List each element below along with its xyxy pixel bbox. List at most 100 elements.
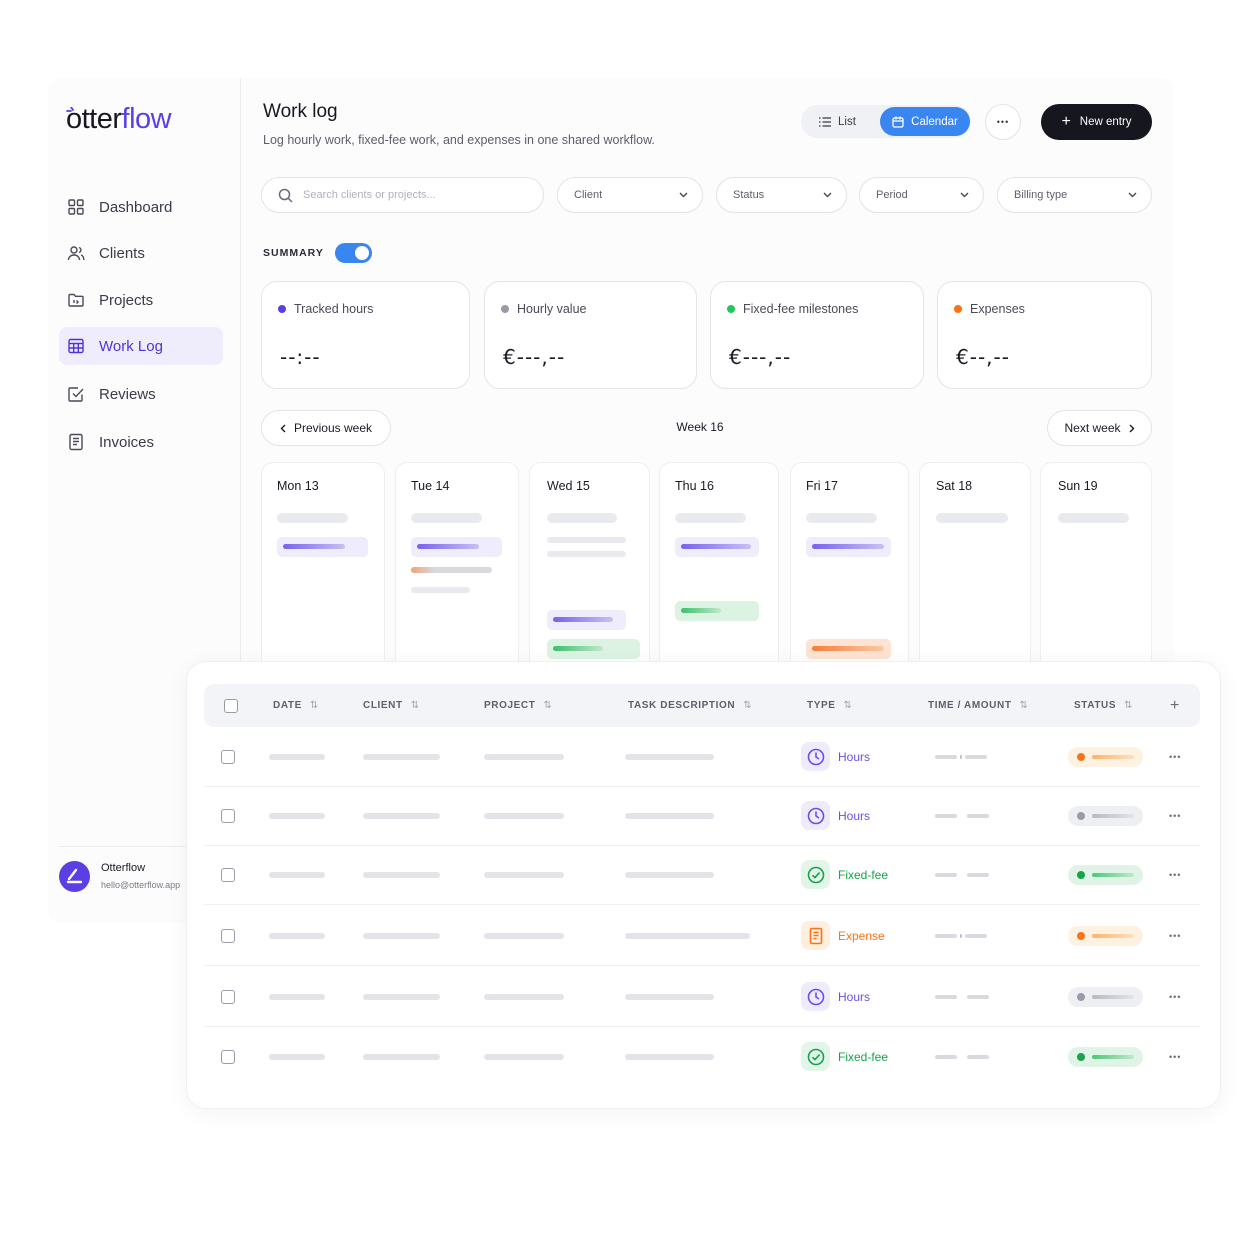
day-column[interactable]: Fri 17 [790, 462, 909, 672]
status-badge[interactable] [1068, 926, 1143, 946]
sidebar-item-reviews[interactable]: Reviews [59, 375, 223, 413]
new-entry-button[interactable]: + New entry [1041, 104, 1152, 140]
day-column[interactable]: Sun 19 [1040, 462, 1152, 672]
column-header-task-description[interactable]: TASK DESCRIPTION ⇅ [628, 700, 752, 711]
row-checkbox[interactable] [221, 868, 235, 882]
list-view-button[interactable]: List [809, 105, 866, 138]
chevron-right-icon [1129, 424, 1135, 432]
column-header-label: CLIENT [363, 700, 403, 711]
placeholder-bar [936, 513, 1008, 523]
sidebar-item-clients[interactable]: Clients [59, 234, 223, 272]
time-amount-placeholder [935, 755, 987, 759]
calendar-view-button[interactable]: Calendar [880, 107, 970, 136]
row-checkbox[interactable] [221, 1050, 235, 1064]
day-column[interactable]: Thu 16 [659, 462, 779, 672]
row-checkbox[interactable] [221, 990, 235, 1004]
sidebar-item-work-log[interactable]: Work Log [59, 327, 223, 365]
sidebar-item-dashboard[interactable]: Dashboard [59, 188, 223, 226]
sidebar-item-projects[interactable]: Projects [59, 281, 223, 319]
row-more-button[interactable]: ••• [1169, 1047, 1181, 1063]
billing-type-filter[interactable]: Billing type [997, 177, 1152, 213]
type-badge[interactable]: Hours [801, 742, 870, 771]
entry-bar [553, 617, 613, 622]
column-header-type[interactable]: TYPE ⇅ [807, 700, 853, 711]
type-badge[interactable]: Fixed-fee [801, 1042, 888, 1071]
day-label: Sun 19 [1058, 479, 1098, 493]
time-amount-placeholder [935, 1055, 989, 1059]
row-more-button[interactable]: ••• [1169, 865, 1181, 881]
sidebar-item-label: Clients [99, 244, 145, 262]
more-options-button[interactable]: ••• [985, 104, 1021, 140]
row-more-button[interactable]: ••• [1169, 926, 1181, 942]
type-badge[interactable]: Expense [801, 921, 885, 950]
date-placeholder [269, 813, 325, 819]
sidebar-divider [240, 78, 241, 678]
column-header-time-amount[interactable]: TIME / AMOUNT ⇅ [928, 700, 1029, 711]
status-badge[interactable] [1068, 865, 1143, 885]
column-header-project[interactable]: PROJECT ⇅ [484, 700, 552, 711]
chevron-down-icon [1128, 192, 1137, 198]
row-divider [204, 904, 1200, 905]
summary-toggle[interactable] [335, 243, 372, 263]
day-column[interactable]: Tue 14 [395, 462, 519, 672]
add-column-button[interactable]: + [1170, 697, 1179, 715]
row-checkbox[interactable] [221, 929, 235, 943]
expense-entry[interactable] [806, 639, 891, 659]
next-week-button[interactable]: Next week [1047, 410, 1152, 446]
card-value: --:-- [280, 345, 321, 369]
status-dot [1077, 993, 1085, 1001]
ellipsis-icon: ••• [1169, 931, 1182, 941]
placeholder-bar [806, 513, 877, 523]
column-header-client[interactable]: CLIENT ⇅ [363, 700, 420, 711]
status-badge[interactable] [1068, 987, 1143, 1007]
avatar-logo-icon [66, 868, 83, 884]
fixed-fee-entry[interactable] [675, 601, 759, 621]
task-placeholder [625, 754, 714, 760]
avatar[interactable] [59, 861, 90, 892]
hours-entry[interactable] [411, 537, 502, 557]
day-column[interactable]: Wed 15 [529, 462, 650, 672]
hours-entry[interactable] [675, 537, 759, 557]
entry-bar [812, 544, 884, 549]
row-more-button[interactable]: ••• [1169, 806, 1181, 822]
hours-entry[interactable] [547, 610, 626, 630]
column-header-date[interactable]: DATE ⇅ [273, 700, 319, 711]
status-badge[interactable] [1068, 1047, 1143, 1067]
row-divider [204, 1026, 1200, 1027]
check-circle-icon [801, 860, 830, 889]
row-more-button[interactable]: ••• [1169, 987, 1181, 1003]
sidebar-item-label: Dashboard [99, 198, 173, 216]
client-filter[interactable]: Client [557, 177, 703, 213]
hours-entry[interactable] [806, 537, 891, 557]
column-header-status[interactable]: STATUS ⇅ [1074, 700, 1133, 711]
select-all-checkbox[interactable] [224, 699, 238, 713]
status-badge[interactable] [1068, 747, 1143, 767]
card-value: €--,-- [956, 345, 1010, 369]
day-column[interactable]: Mon 13 [261, 462, 385, 672]
status-placeholder [1092, 1055, 1134, 1059]
client-placeholder [363, 994, 440, 1000]
column-header-label: TYPE [807, 700, 836, 711]
previous-week-button[interactable]: Previous week [261, 410, 391, 446]
status-filter[interactable]: Status [716, 177, 847, 213]
fixed-fee-entry[interactable] [547, 639, 640, 659]
type-badge[interactable]: Fixed-fee [801, 860, 888, 889]
type-badge[interactable]: Hours [801, 801, 870, 830]
sort-icon: ⇅ [309, 700, 319, 711]
search-input[interactable] [303, 189, 523, 201]
row-checkbox[interactable] [221, 809, 235, 823]
sidebar-item-invoices[interactable]: Invoices [59, 423, 223, 461]
plus-icon: + [1061, 113, 1071, 130]
day-label: Mon 13 [277, 479, 319, 493]
row-more-button[interactable]: ••• [1169, 747, 1181, 763]
placeholder-bar [411, 513, 482, 523]
task-placeholder [625, 813, 714, 819]
summary-card-tracked-hours: Tracked hours --:-- [261, 281, 470, 389]
status-badge[interactable] [1068, 806, 1143, 826]
period-filter[interactable]: Period [859, 177, 984, 213]
row-checkbox[interactable] [221, 750, 235, 764]
day-column[interactable]: Sat 18 [919, 462, 1031, 672]
hours-entry[interactable] [277, 537, 368, 557]
type-badge[interactable]: Hours [801, 982, 870, 1011]
brand-logo[interactable]: otterflow [66, 103, 172, 136]
